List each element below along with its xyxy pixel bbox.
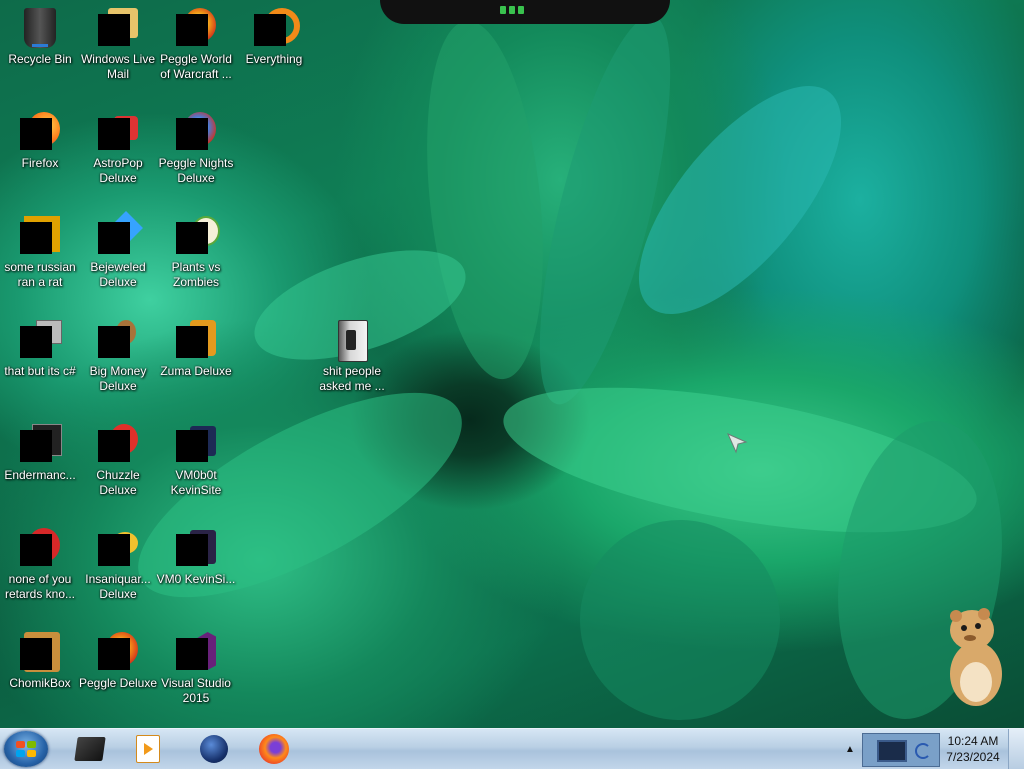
- gem-icon: [98, 211, 143, 256]
- desktop-icon-visual-studio[interactable]: Visual Studio 2015: [156, 632, 236, 706]
- chomikbox-icon: [20, 632, 60, 672]
- shortcut-icon: [20, 216, 60, 256]
- desktop-icon-chuzzle[interactable]: Chuzzle Deluxe: [78, 424, 158, 498]
- desktop-icon-label: Peggle Deluxe: [78, 676, 158, 690]
- file-icon: [176, 528, 216, 568]
- desktop-icon-firefox[interactable]: Firefox: [0, 112, 80, 171]
- firefox-icon: [20, 112, 60, 152]
- desktop-icon-label: some russian ran a rat: [4, 260, 76, 289]
- system-clock[interactable]: 10:24 AM 7/23/2024: [940, 729, 1006, 769]
- chevron-up-icon: ▲: [845, 743, 855, 755]
- desktop-icon-label: Recycle Bin: [8, 52, 72, 66]
- app-icon: [20, 424, 62, 464]
- refresh-icon: [915, 743, 931, 759]
- desktop-icon-label: Zuma Deluxe: [160, 364, 232, 378]
- desktop-icon-label: Insaniquar... Deluxe: [85, 572, 151, 601]
- fish-icon: [98, 528, 138, 568]
- taskbar-pinned-media-player[interactable]: [124, 731, 172, 767]
- taskbar-pinned-firefox[interactable]: [250, 731, 298, 767]
- wallpaper-leaf: [564, 504, 796, 728]
- recycle-bin-icon: [20, 8, 60, 48]
- desktop-icon-vm0b0t-kevinsite[interactable]: VM0b0t KevinSite: [156, 424, 236, 498]
- desktop-icon-some-russian[interactable]: some russian ran a rat: [0, 216, 80, 290]
- peggle-icon: [98, 632, 138, 672]
- folder-icon: [176, 424, 216, 464]
- desktop-icon-insaniquarium[interactable]: Insaniquar... Deluxe: [78, 528, 158, 602]
- desktop-icon-peggle-deluxe[interactable]: Peggle Deluxe: [78, 632, 158, 691]
- desktop-icon-label: Plants vs Zombies: [171, 260, 221, 289]
- desktop-icon-shit-people-asked-me[interactable]: shit people asked me ...: [312, 320, 392, 394]
- shortcut-icon: [20, 320, 62, 360]
- game-icon: [98, 112, 138, 152]
- desktop-icon-windows-live-mail[interactable]: Windows Live Mail: [78, 8, 158, 82]
- wallpaper-leaf: [411, 15, 559, 385]
- desktop-icon-plants-vs-zombies[interactable]: Plants vs Zombies: [156, 216, 236, 290]
- firefox-icon: [259, 734, 289, 764]
- chuzzle-icon: [98, 424, 138, 464]
- desktop-icon-endermanc[interactable]: Endermanc...: [0, 424, 80, 483]
- mouse-cursor: [726, 432, 748, 459]
- taskbar: ▲ 10:24 AM 7/23/2024: [0, 728, 1024, 769]
- desktop-icon-that-but-its-csharp[interactable]: that but its c#: [0, 320, 80, 379]
- desktop-icon-label: VM0 KevinSi...: [156, 572, 236, 586]
- desktop-icon-label: Endermanc...: [4, 468, 76, 482]
- peggle-icon: [176, 112, 216, 152]
- media-player-icon: [136, 735, 160, 763]
- desktop-icon-label: Bejeweled Deluxe: [90, 260, 146, 289]
- desktop-icon-peggle-nights[interactable]: Peggle Nights Deluxe: [156, 112, 236, 186]
- hamster-gadget[interactable]: [940, 604, 1012, 708]
- desktop-icon-none-of-you[interactable]: none of you retards kno...: [0, 528, 80, 602]
- tray-overflow-button[interactable]: ▲: [840, 729, 860, 769]
- desktop-icon-label: shit people asked me ...: [319, 364, 385, 393]
- search-icon: [254, 8, 300, 48]
- desktop-icon-big-money[interactable]: Big Money Deluxe: [78, 320, 158, 394]
- start-button[interactable]: [4, 731, 48, 767]
- desktop-icon-vm0-kevinsi[interactable]: VM0 KevinSi...: [156, 528, 236, 587]
- desktop-icon-astropop[interactable]: AstroPop Deluxe: [78, 112, 158, 186]
- tray-window-preview[interactable]: [862, 733, 940, 767]
- desktop-icon-everything[interactable]: Everything: [234, 8, 314, 67]
- desktop-icon-label: Chuzzle Deluxe: [96, 468, 140, 497]
- tablet-app-icon: [74, 737, 106, 761]
- desktop-icon-bejeweled[interactable]: Bejeweled Deluxe: [78, 211, 158, 290]
- plant-icon: [176, 216, 220, 256]
- desktop-icon-recycle-bin[interactable]: Recycle Bin: [0, 8, 80, 67]
- globe-icon: [200, 735, 228, 763]
- taskbar-pinned-globe[interactable]: [190, 731, 238, 767]
- desktop-icon-label: AstroPop Deluxe: [93, 156, 143, 185]
- clock-date: 7/23/2024: [946, 750, 1000, 764]
- desktop-icon-label: Firefox: [21, 156, 59, 170]
- desktop-icon-label: Big Money Deluxe: [89, 364, 147, 393]
- desktop-icon-label: Everything: [245, 52, 303, 66]
- gadget-bar: [380, 0, 670, 24]
- desktop-icon-label: ChomikBox: [9, 676, 71, 690]
- folder-icon: [332, 320, 372, 362]
- taskbar-pinned-tablet-app[interactable]: [66, 731, 114, 767]
- gadget-indicator-icon: [498, 6, 526, 16]
- desktop-icon-label: Peggle World of Warcraft ...: [160, 52, 232, 81]
- desktop-icon-label: VM0b0t KevinSite: [170, 468, 222, 497]
- money-icon: [98, 320, 138, 360]
- visual-studio-icon: [176, 632, 216, 672]
- desktop-icon-label: that but its c#: [4, 364, 76, 378]
- zuma-icon: [176, 320, 216, 360]
- desktop-icon-label: none of you retards kno...: [4, 572, 76, 601]
- clock-time: 10:24 AM: [947, 734, 999, 748]
- peggle-icon: [176, 8, 216, 48]
- desktop-icon-label: Peggle Nights Deluxe: [158, 156, 234, 185]
- desktop-icon-label: Visual Studio 2015: [161, 676, 231, 705]
- mail-icon: [98, 8, 138, 48]
- desktop-icon-label: Windows Live Mail: [80, 52, 156, 81]
- hamster-icon: [950, 608, 1002, 706]
- desktop-icon-chomikbox[interactable]: ChomikBox: [0, 632, 80, 691]
- show-desktop-button[interactable]: [1008, 729, 1024, 769]
- desktop-icon-peggle-wow[interactable]: Peggle World of Warcraft ...: [156, 8, 236, 82]
- windows-logo-icon: [16, 741, 36, 757]
- monitor-icon: [877, 740, 907, 762]
- shortcut-icon: [20, 528, 60, 568]
- desktop-icon-zuma[interactable]: Zuma Deluxe: [156, 320, 236, 379]
